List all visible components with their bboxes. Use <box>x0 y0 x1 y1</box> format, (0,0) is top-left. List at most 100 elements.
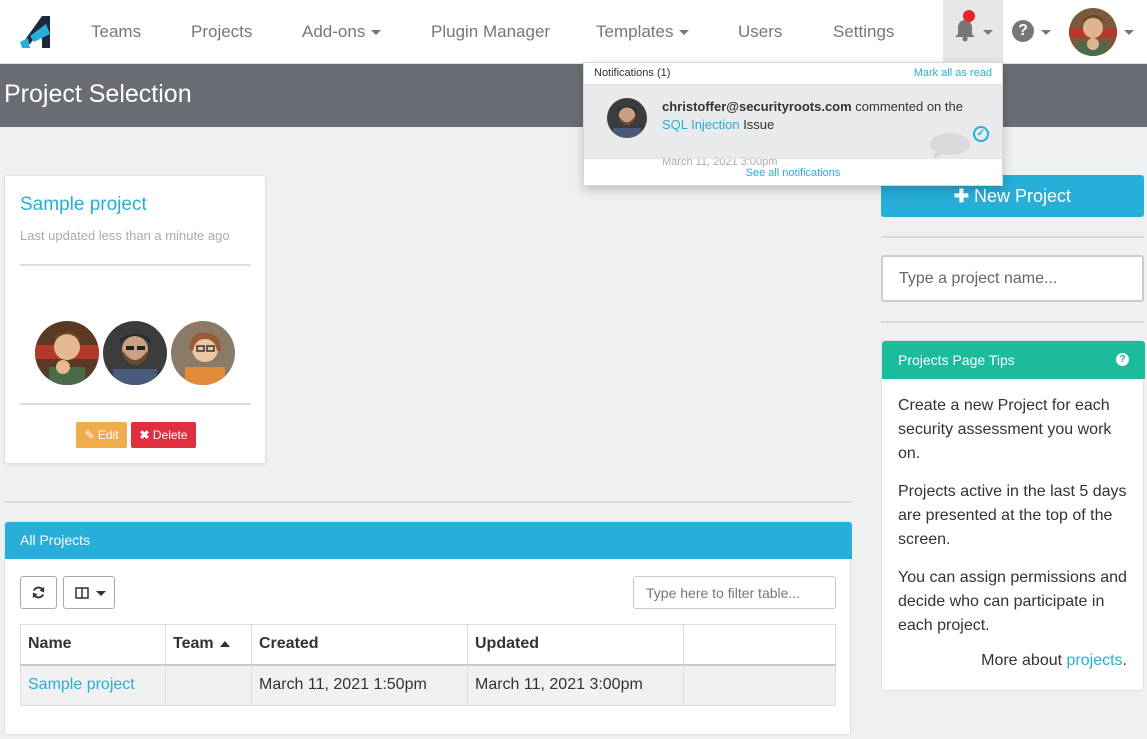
column-header-label: Name <box>28 635 72 653</box>
user-avatar[interactable] <box>1069 8 1117 56</box>
notification-issue-link[interactable]: SQL Injection <box>662 117 740 132</box>
logo-icon[interactable] <box>16 12 56 52</box>
times-icon: ✖ <box>139 428 150 442</box>
mark-all-read-link[interactable]: Mark all as read <box>914 67 992 79</box>
cell-updated: March 11, 2021 3:00pm <box>467 664 684 706</box>
help-icon[interactable]: ? <box>1012 20 1034 42</box>
column-header-team[interactable]: Team <box>165 624 252 666</box>
caret-down-icon[interactable] <box>1041 30 1051 35</box>
tip-text: Create a new Project for each security a… <box>898 397 1112 462</box>
tips-panel-title: Projects Page Tips <box>898 352 1015 368</box>
nav-settings-label: Settings <box>833 22 895 41</box>
nav-plugin-manager[interactable]: Plugin Manager <box>431 0 550 64</box>
member-avatar[interactable] <box>171 321 235 385</box>
notification-user: christoffer@securityroots.com <box>662 99 852 114</box>
nav-users[interactable]: Users <box>738 0 782 64</box>
user-avatar-image <box>1069 8 1117 56</box>
comment-bubble-icon <box>930 133 970 160</box>
page-title: Project Selection <box>4 80 192 108</box>
question-icon[interactable]: ? <box>1116 353 1129 366</box>
member-avatar-image <box>35 321 99 385</box>
projects-table: Name Team Created Updated Sample project… <box>20 624 836 706</box>
nav-templates[interactable]: Templates <box>596 0 690 64</box>
column-header-label: Team <box>173 635 214 653</box>
member-avatar-image <box>103 321 167 385</box>
sort-asc-icon <box>219 641 230 648</box>
column-header-actions <box>683 624 836 666</box>
refresh-button[interactable] <box>20 576 57 609</box>
divider <box>881 236 1144 238</box>
notification-object: Issue <box>743 117 775 132</box>
caret-down-icon <box>679 30 690 36</box>
project-card-title[interactable]: Sample project <box>20 194 147 216</box>
cell-name: Sample project <box>20 664 166 706</box>
help-glyph: ? <box>1018 22 1028 39</box>
column-header-label: Created <box>259 635 319 653</box>
tips-panel-header: Projects Page Tips ? <box>882 341 1145 379</box>
column-header-label: Updated <box>475 635 539 653</box>
table-row: Sample project March 11, 2021 1:50pm Mar… <box>20 664 836 706</box>
nav-projects[interactable]: Projects <box>191 0 252 64</box>
tips-more-suffix: . <box>1122 652 1127 669</box>
nav-users-label: Users <box>738 22 783 41</box>
top-navbar: Teams Projects Add-ons Plugin Manager Te… <box>0 0 1147 64</box>
cell-actions <box>683 664 836 706</box>
projects-help-link[interactable]: projects <box>1067 652 1123 669</box>
notification-text: christoffer@securityroots.com commented … <box>662 98 972 134</box>
delete-button[interactable]: ✖ Delete <box>131 422 196 448</box>
nav-plugin-manager-label: Plugin Manager <box>431 22 551 41</box>
cell-team <box>165 664 252 706</box>
delete-button-label: Delete <box>152 428 188 442</box>
table-filter-input[interactable] <box>633 576 836 609</box>
cell-created: March 11, 2021 1:50pm <box>251 664 468 706</box>
all-projects-panel: All Projects Name Team Created Updated <box>4 521 852 735</box>
column-header-name[interactable]: Name <box>20 624 166 666</box>
nav-templates-label: Templates <box>596 22 674 41</box>
nav-teams[interactable]: Teams <box>91 0 141 64</box>
notification-item[interactable]: christoffer@securityroots.com commented … <box>584 85 1002 168</box>
caret-down-icon <box>96 591 106 596</box>
all-projects-title: All Projects <box>5 522 852 559</box>
tip-text: You can assign permissions and decide wh… <box>898 569 1127 634</box>
see-all-notifications-link[interactable]: See all notifications <box>584 158 1002 186</box>
notifications-dropdown: Notifications (1) Mark all as read chris… <box>583 62 1003 186</box>
project-card: Sample project Last updated less than a … <box>4 175 266 464</box>
edit-button-label: Edit <box>97 428 119 442</box>
project-search-input[interactable] <box>881 255 1144 302</box>
caret-down-icon <box>371 30 382 36</box>
tips-more: More about projects. <box>981 652 1127 670</box>
check-circle-icon[interactable]: ✓ <box>973 126 989 142</box>
nav-teams-label: Teams <box>91 22 142 41</box>
notification-avatar-image <box>607 98 647 138</box>
member-avatar[interactable] <box>103 321 167 385</box>
notifications-title: Notifications (1) <box>594 67 671 79</box>
divider <box>4 501 851 503</box>
tips-panel: Projects Page Tips ? Create a new Projec… <box>881 340 1145 691</box>
edit-button[interactable]: ✎ Edit <box>76 422 127 448</box>
notification-badge <box>963 10 975 22</box>
notifications-toggle[interactable] <box>943 0 1003 64</box>
caret-down-icon <box>983 30 993 35</box>
notification-action: commented on the <box>855 99 963 114</box>
column-header-created[interactable]: Created <box>251 624 468 666</box>
member-avatar-image <box>171 321 235 385</box>
member-avatar[interactable] <box>35 321 99 385</box>
nav-add-ons[interactable]: Add-ons <box>302 0 382 64</box>
pencil-icon: ✎ <box>84 428 95 442</box>
project-link[interactable]: Sample project <box>28 676 135 693</box>
bell-icon <box>955 20 975 42</box>
columns-toggle-button[interactable] <box>63 576 115 609</box>
column-header-updated[interactable]: Updated <box>467 624 684 666</box>
notifications-header: Notifications (1) Mark all as read <box>584 63 1002 85</box>
columns-icon <box>75 587 89 599</box>
divider <box>20 264 251 266</box>
nav-settings[interactable]: Settings <box>833 0 894 64</box>
tips-more-prefix: More about <box>981 652 1063 669</box>
caret-down-icon[interactable] <box>1124 30 1134 35</box>
tip-text: Projects active in the last 5 days are p… <box>898 483 1127 548</box>
divider <box>20 403 251 405</box>
divider <box>881 321 1144 323</box>
refresh-icon <box>32 586 45 599</box>
notification-avatar <box>607 98 647 138</box>
project-card-subtitle: Last updated less than a minute ago <box>20 228 230 243</box>
